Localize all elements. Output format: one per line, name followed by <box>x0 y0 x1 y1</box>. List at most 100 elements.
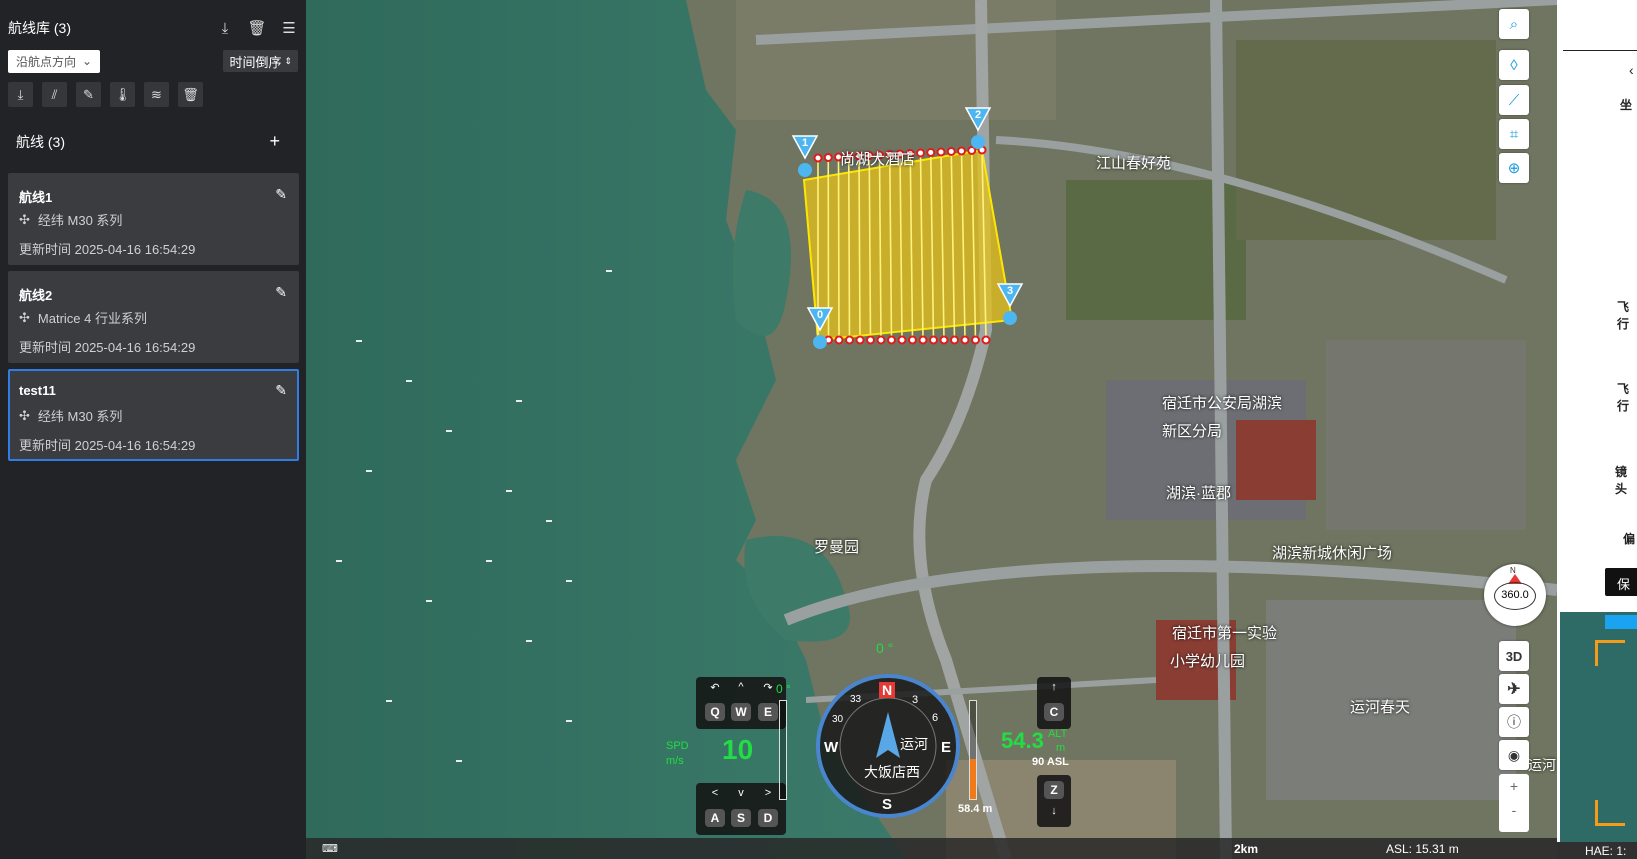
route-library-title: 航线库 (3) <box>8 20 71 36</box>
route-point[interactable] <box>929 335 938 345</box>
speed-unit: m/s <box>666 755 684 767</box>
down-arrow-icon: v <box>738 787 744 799</box>
airplane-icon[interactable]: ✈ <box>1499 674 1529 704</box>
add-route-icon[interactable]: + <box>269 131 280 152</box>
altitude-label: ALT <box>1048 728 1068 740</box>
hae-status: HAE: 1: <box>1557 842 1637 859</box>
route-tool-row: ⤓ ⫽ ✎ 🌡 ≋ 🗑 <box>8 82 203 107</box>
map-label-police: 宿迁市公安局湖滨 <box>1162 395 1283 412</box>
key-z[interactable]: Z <box>1044 781 1064 799</box>
key-c[interactable]: C <box>1044 703 1064 721</box>
sort-button[interactable]: 时间倒序 ⇕ <box>223 50 298 72</box>
locate-target-icon[interactable]: ⊕ <box>1499 153 1529 183</box>
key-a[interactable]: A <box>705 809 725 827</box>
drone-icon: ✣ <box>19 309 30 325</box>
zoom-in-button[interactable]: + <box>1499 774 1529 802</box>
save-button[interactable]: 保 <box>1605 568 1637 596</box>
select-list-icon[interactable]: ☰ <box>280 19 298 37</box>
trash-icon[interactable]: 🗑 <box>247 19 266 37</box>
info-icon[interactable]: ⓘ <box>1499 707 1529 737</box>
route-point[interactable] <box>834 335 844 345</box>
route-device: 经纬 M30 系列 <box>37 409 123 424</box>
satellite-map[interactable]: 0 1 2 3 尚湖大酒店 江山春好苑 宿迁市公安局湖滨 新区分局 湖滨·蓝郡 罗曼园… <box>306 0 1557 859</box>
route-point[interactable] <box>866 335 875 345</box>
route-device: Matrice 4 行业系列 <box>37 311 147 326</box>
route-point[interactable] <box>926 148 936 157</box>
route-card[interactable]: 航线1 ✎ ✣ 经纬 M30 系列 更新时间 2025-04-16 16:54:… <box>8 173 299 265</box>
scan-line <box>837 156 840 341</box>
route-point[interactable] <box>950 335 959 345</box>
route-point[interactable] <box>855 335 865 345</box>
route-card-selected[interactable]: test11 ✎ ✣ 经纬 M30 系列 更新时间 2025-04-16 16:… <box>8 369 299 461</box>
trash-icon[interactable]: 🗑 <box>178 82 203 107</box>
thermometer-icon[interactable]: 🌡 <box>110 82 135 107</box>
route-point[interactable] <box>967 146 977 155</box>
collapse-chevron-icon[interactable]: ‹ <box>1629 62 1634 78</box>
route-point[interactable] <box>960 335 970 345</box>
speed-value: 10 <box>722 734 754 765</box>
map-label-yunhe: 运河 <box>1528 757 1556 773</box>
wind-icon[interactable]: ≋ <box>144 82 169 107</box>
waypoint-marker[interactable] <box>1003 311 1017 325</box>
pitch-scale <box>779 700 787 800</box>
route-point[interactable] <box>876 335 886 345</box>
speed-label: SPD <box>666 740 689 752</box>
route-point[interactable] <box>916 148 925 158</box>
route-point[interactable] <box>845 335 854 345</box>
route-card[interactable]: 航线2 ✎ ✣ Matrice 4 行业系列 更新时间 2025-04-16 1… <box>8 271 299 363</box>
zoom-out-button[interactable]: - <box>1499 802 1529 818</box>
compass-30: 30 <box>832 714 844 725</box>
key-d[interactable]: D <box>758 809 778 827</box>
key-s[interactable]: S <box>731 809 751 827</box>
import-download-icon[interactable]: ⤓ <box>8 82 33 107</box>
route-name: test11 <box>19 383 56 398</box>
route-point[interactable] <box>918 335 928 345</box>
route-area[interactable] <box>802 148 1014 342</box>
hud-compass: N 3 6 E S W 30 33 运河 大饭店西 <box>816 674 960 818</box>
route-point[interactable] <box>936 147 946 157</box>
map-compass[interactable]: N 360.0 <box>1484 564 1546 626</box>
search-location-icon[interactable]: ⌕ <box>1499 9 1529 39</box>
right-settings-panel: ‹ 坐 飞行 飞行 镜头 偏 保 HAE: 1: <box>1557 0 1637 859</box>
waypoint-marker[interactable] <box>813 335 827 349</box>
brush-icon[interactable]: ✎ <box>76 82 101 107</box>
key-e[interactable]: E <box>758 703 778 721</box>
direction-dropdown[interactable]: 沿航点方向 ⌄ <box>8 49 101 73</box>
route-point[interactable] <box>887 335 896 345</box>
keyboard-icon[interactable]: ⌨ <box>322 842 338 855</box>
lens-label: 镜头 <box>1615 465 1628 496</box>
route-point[interactable] <box>813 153 823 163</box>
route-name: 航线1 <box>19 190 53 205</box>
road-icon[interactable]: ⫽ <box>42 82 67 107</box>
measure-line-icon[interactable]: ⟋ <box>1499 85 1529 115</box>
edit-icon[interactable]: ✎ <box>275 382 287 399</box>
route-point[interactable] <box>957 146 966 156</box>
waypoint-tool-icon[interactable]: ◊ <box>1499 50 1529 80</box>
edit-icon[interactable]: ✎ <box>275 186 287 203</box>
route-point[interactable] <box>897 335 907 345</box>
offset-label: 偏 <box>1623 532 1636 546</box>
route-point[interactable] <box>939 335 949 345</box>
map-label-hotel: 尚湖大酒店 <box>840 151 916 168</box>
panel-divider <box>1563 50 1637 51</box>
waypoint-marker[interactable] <box>971 135 985 149</box>
route-point[interactable] <box>946 147 956 156</box>
rotate-keys-panel: ↶ ^ ↷ Q W E <box>696 677 786 729</box>
compass-e: E <box>941 739 952 756</box>
edit-icon[interactable]: ✎ <box>275 284 287 301</box>
locate-icon[interactable]: ◉ <box>1499 740 1529 770</box>
waypoint-marker[interactable] <box>798 163 812 177</box>
route-point[interactable] <box>823 153 833 162</box>
3d-view-button[interactable]: 3D <box>1499 641 1529 671</box>
route-point[interactable] <box>981 335 991 345</box>
route-point[interactable] <box>908 335 917 345</box>
route-updated: 更新时间 2025-04-16 16:54:29 <box>19 242 196 257</box>
asl-readout: 90 ASL <box>1032 756 1069 768</box>
route-point[interactable] <box>971 335 980 345</box>
key-w[interactable]: W <box>731 703 751 721</box>
waypoint-index: 3 <box>1007 285 1013 297</box>
up-arrow-icon: ^ <box>738 681 744 693</box>
key-q[interactable]: Q <box>705 703 725 721</box>
crop-area-icon[interactable]: ⌗ <box>1499 119 1529 149</box>
download-icon[interactable]: ⤓ <box>216 19 234 37</box>
